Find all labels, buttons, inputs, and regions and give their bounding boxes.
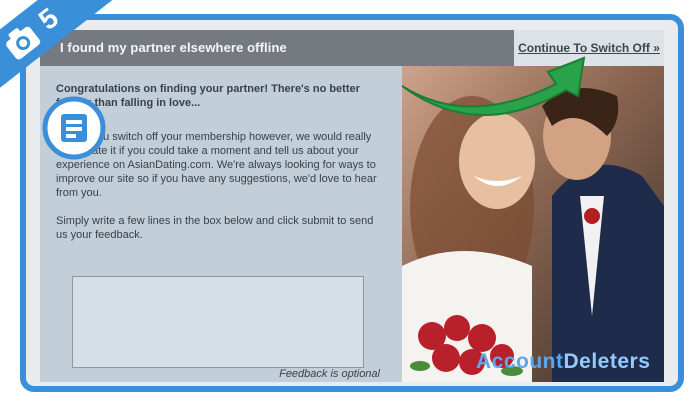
green-arrow-icon [401,56,586,116]
feedback-textarea[interactable] [72,276,364,368]
dialog-title: I found my partner elsewhere offline [60,40,287,55]
instruction-paragraph: Simply write a few lines in the box belo… [56,215,374,241]
feedback-optional-note: Feedback is optional [279,368,380,380]
logo-word-account: Account [476,350,564,373]
account-deleters-badge-icon [42,96,106,160]
logo-word-deleters: Deleters [563,350,651,373]
account-deleters-logo: AccountDeleters [476,350,650,374]
